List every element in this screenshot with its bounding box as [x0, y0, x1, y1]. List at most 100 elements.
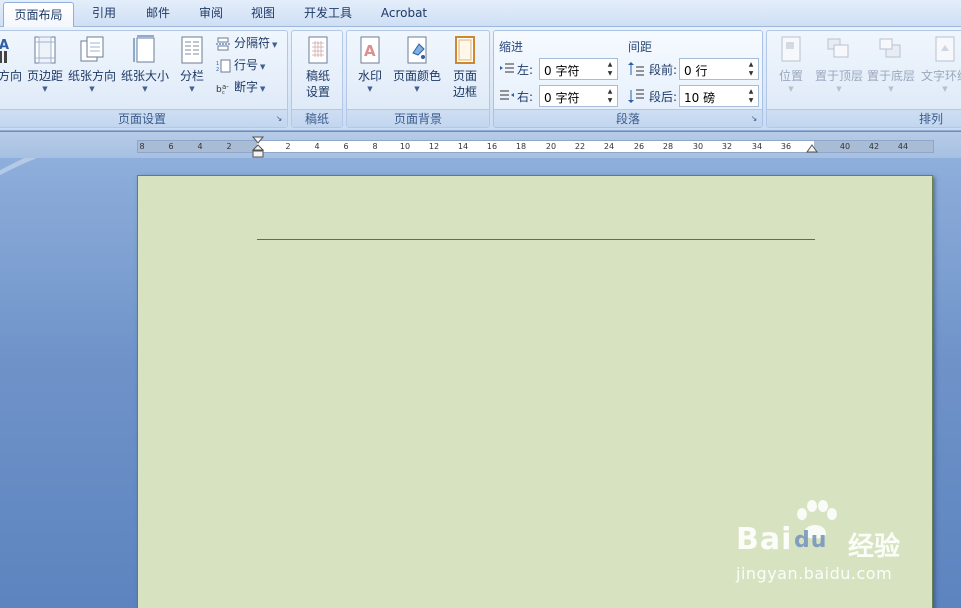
indent-left-row: 左: 0 字符 ▲ ▼: [500, 58, 618, 80]
tab-acrobat[interactable]: Acrobat: [370, 0, 438, 27]
tab-references[interactable]: 引用: [80, 0, 128, 27]
chevron-down-icon: ▼: [788, 85, 794, 93]
page-borders-icon: [455, 36, 475, 64]
spacing-before-label: 段前:: [649, 63, 678, 77]
hyphenation-label: 断字: [234, 80, 259, 94]
page-borders-button[interactable]: 页面 边框: [447, 35, 483, 100]
ruler-number: 24: [603, 142, 615, 151]
spacing-after-label: 段后:: [649, 90, 678, 104]
spin-up-icon[interactable]: ▲: [747, 88, 755, 96]
dialog-launcher-icon[interactable]: ↘: [749, 114, 759, 124]
spacing-after-value: 10 磅: [684, 91, 716, 105]
page-borders-label-1: 页面: [452, 69, 477, 83]
ribbon-tab-bar: 页面布局 引用 邮件 审阅 视图 开发工具 Acrobat: [0, 0, 961, 28]
svg-text:A: A: [364, 42, 376, 60]
ruler-number: 34: [751, 142, 763, 151]
chevron-down-icon: ▼: [942, 85, 948, 93]
spin-down-icon[interactable]: ▼: [747, 70, 755, 78]
tab-page-layout[interactable]: 页面布局: [3, 2, 74, 28]
chevron-down-icon: ▼: [142, 85, 148, 93]
manuscript-label-1: 稿纸: [305, 69, 330, 83]
header-line: [257, 239, 815, 240]
ruler-number: 14: [457, 142, 469, 151]
indent-right-input[interactable]: 0 字符 ▲ ▼: [539, 85, 618, 107]
spacing-title: 间距: [628, 40, 653, 54]
ruler-number: 8: [139, 142, 145, 151]
position-label: 位置: [778, 69, 803, 83]
indent-title: 缩进: [499, 40, 524, 54]
ruler-number: 18: [515, 142, 527, 151]
position-button[interactable]: 位置 ▼: [771, 35, 811, 94]
tab-view[interactable]: 视图: [239, 0, 287, 27]
manuscript-setup-button[interactable]: 稿纸 设置: [296, 35, 340, 100]
hyphenation-button[interactable]: b a-c 断字 ▼: [216, 77, 265, 97]
arrange-label-text: 排列: [918, 112, 943, 126]
chevron-down-icon: ▼: [89, 85, 95, 93]
line-numbers-button[interactable]: 1 2 行号 ▼: [216, 55, 265, 75]
chevron-down-icon: ▼: [272, 41, 278, 49]
dialog-launcher-icon[interactable]: ↘: [274, 114, 284, 124]
indent-left-label: 左:: [517, 63, 534, 77]
spacing-after-input[interactable]: 10 磅 ▲ ▼: [679, 85, 759, 107]
indent-right-label: 右:: [517, 90, 534, 104]
ruler-number: 4: [197, 142, 203, 151]
breaks-icon: [216, 37, 230, 50]
watermark-label: 水印: [357, 69, 382, 83]
tab-review[interactable]: 审阅: [187, 0, 235, 27]
ruler-number: 2: [226, 142, 232, 151]
group-label-paragraph: 段落: [494, 109, 762, 127]
svg-text:A: A: [0, 38, 9, 53]
spin-down-icon[interactable]: ▼: [606, 97, 614, 105]
orientation-button[interactable]: A 方向: [0, 35, 23, 84]
line-numbers-label: 行号: [234, 58, 259, 72]
spacing-after-icon: [628, 89, 644, 103]
group-page-setup: A 方向 页边距 ▼ 纸张方向 ▼ 纸张大小 ▼ 分栏 ▼ 分隔符 ▼ 1 2 行号 ▼: [0, 30, 288, 128]
paper-size-button[interactable]: 纸张大小 ▼: [120, 35, 170, 94]
ruler-number: 2: [285, 142, 291, 151]
tab-developer[interactable]: 开发工具: [294, 0, 362, 27]
chevron-down-icon: ▼: [260, 63, 266, 71]
indent-right-value: 0 字符: [544, 91, 580, 105]
text-wrapping-label: 文字环绕: [920, 69, 961, 83]
orientation-icon: A: [0, 38, 9, 63]
breaks-button[interactable]: 分隔符 ▼: [216, 33, 277, 53]
ruler-number: 20: [545, 142, 557, 151]
bring-to-front-button[interactable]: 置于顶层 ▼: [813, 35, 865, 94]
group-label-arrange: 排列: [767, 109, 961, 127]
spacing-before-value: 0 行: [684, 64, 708, 78]
ruler-number: 12: [428, 142, 440, 151]
orientation-paper-button[interactable]: 纸张方向 ▼: [67, 35, 117, 94]
send-to-back-button[interactable]: 置于底层 ▼: [865, 35, 917, 94]
group-page-background: A 水印 ▼ 页面颜色 ▼ 页面 边框 页面背景: [346, 30, 490, 128]
margins-button[interactable]: 页边距 ▼: [25, 35, 65, 94]
svg-text:2: 2: [216, 67, 219, 73]
paper-orientation-icon: [80, 36, 104, 62]
ruler-number: 36: [780, 142, 792, 151]
manuscript-label-2: 设置: [305, 85, 330, 99]
spacing-before-input[interactable]: 0 行 ▲ ▼: [679, 58, 759, 80]
spin-down-icon[interactable]: ▼: [747, 97, 755, 105]
watermark-brand: Bai: [736, 522, 793, 557]
spin-up-icon[interactable]: ▲: [606, 61, 614, 69]
svg-text:c: c: [222, 90, 225, 95]
spin-down-icon[interactable]: ▼: [606, 70, 614, 78]
spin-up-icon[interactable]: ▲: [606, 88, 614, 96]
tab-mailings[interactable]: 邮件: [134, 0, 182, 27]
watermark-brand-cn: 经验: [848, 532, 901, 562]
margins-icon: [34, 36, 56, 64]
spin-up-icon[interactable]: ▲: [747, 61, 755, 69]
right-indent-marker-icon[interactable]: [806, 144, 818, 153]
indent-left-input[interactable]: 0 字符 ▲ ▼: [539, 58, 618, 80]
watermark-button[interactable]: A 水印 ▼: [351, 35, 389, 94]
first-line-indent-marker-icon[interactable]: [252, 136, 264, 158]
page-color-button[interactable]: 页面颜色 ▼: [391, 35, 443, 94]
text-wrapping-button[interactable]: 文字环绕 ▼: [919, 35, 961, 94]
hyphenation-icon: b a-c: [216, 83, 229, 95]
page-borders-label-2: 边框: [452, 85, 477, 99]
page-color-icon: [407, 36, 427, 64]
ruler-number: 6: [343, 142, 349, 151]
ribbon: A 方向 页边距 ▼ 纸张方向 ▼ 纸张大小 ▼ 分栏 ▼ 分隔符 ▼ 1 2 行号 ▼: [0, 27, 961, 131]
indent-right-icon: [500, 90, 514, 100]
columns-button[interactable]: 分栏 ▼: [176, 35, 208, 94]
chevron-down-icon: ▼: [888, 85, 894, 93]
